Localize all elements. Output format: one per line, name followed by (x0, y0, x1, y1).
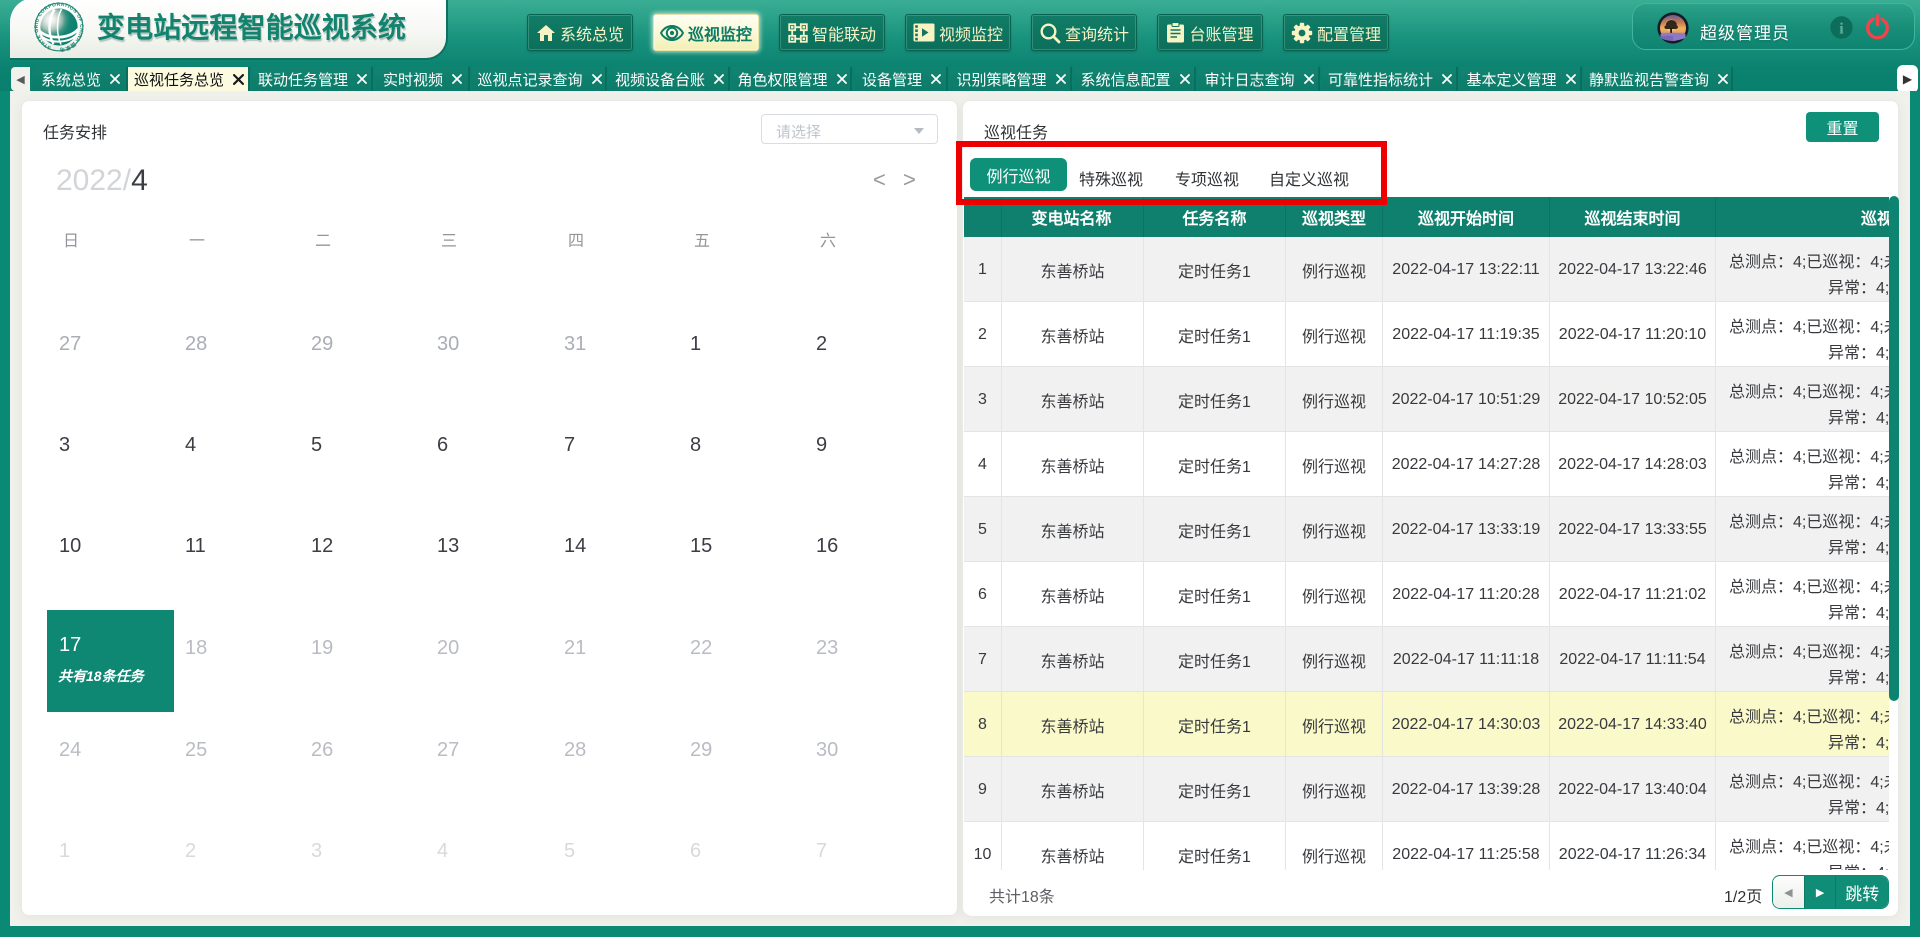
svg-text:i: i (1839, 21, 1844, 38)
